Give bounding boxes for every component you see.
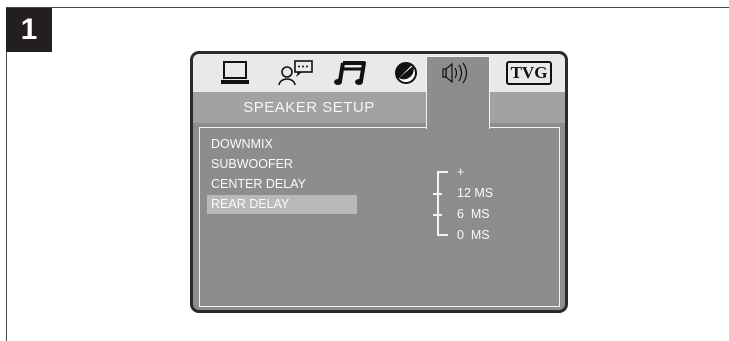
- page-title: SPEAKER SETUP: [243, 99, 375, 116]
- content-frame: [199, 127, 560, 307]
- audio-note-icon[interactable]: [334, 58, 368, 88]
- option-bracket-bottom: [437, 234, 448, 236]
- option-bracket-top: [437, 171, 448, 173]
- option-0-ms[interactable]: 0 MS: [457, 228, 490, 243]
- option-tick-12: [433, 193, 442, 195]
- left-rule: [6, 7, 7, 341]
- menu-item-subwoofer[interactable]: SUBWOOFER: [207, 155, 293, 174]
- tab-gap: [427, 127, 489, 129]
- option-12-ms[interactable]: 12 MS: [457, 186, 493, 201]
- language-icon[interactable]: [278, 58, 314, 88]
- osd-panel: SPEAKER SETUP TVG DOWNMIX SUBWOOFER CENT…: [190, 51, 568, 313]
- osd-screen: SPEAKER SETUP TVG DOWNMIX SUBWOOFER CENT…: [193, 54, 565, 310]
- tvg-label: TVG: [505, 61, 553, 85]
- option-tick-6: [433, 214, 442, 216]
- speaker-icon[interactable]: [441, 58, 475, 88]
- menu-item-center-delay[interactable]: CENTER DELAY: [207, 175, 306, 194]
- option-6-ms[interactable]: 6 MS: [457, 207, 490, 222]
- step-number-badge: 1: [6, 8, 52, 52]
- tvg-icon[interactable]: TVG: [504, 58, 554, 88]
- option-bracket-line: [437, 171, 439, 236]
- menu-item-rear-delay[interactable]: REAR DELAY: [207, 195, 357, 214]
- top-rule: [6, 7, 729, 8]
- option-plus[interactable]: +: [457, 165, 464, 180]
- monitor-icon[interactable]: [220, 58, 250, 88]
- menu-item-downmix[interactable]: DOWNMIX: [207, 135, 273, 154]
- picture-icon[interactable]: [393, 58, 419, 88]
